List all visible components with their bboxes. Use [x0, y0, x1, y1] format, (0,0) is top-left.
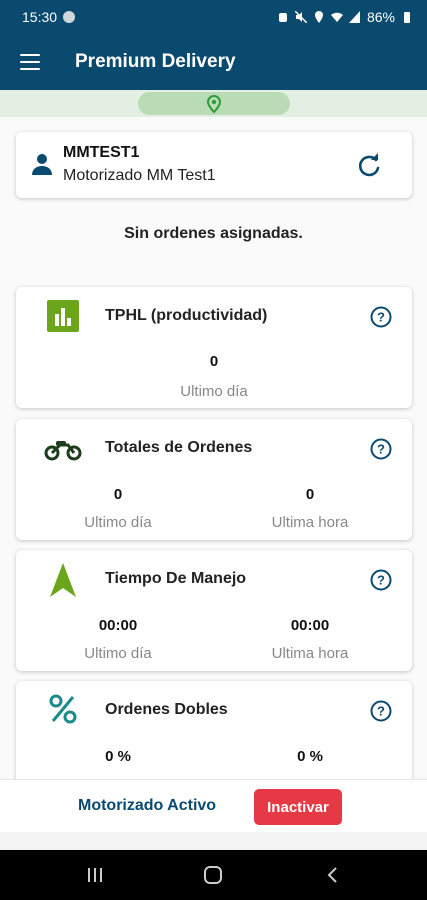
help-icon[interactable]: ? — [370, 700, 392, 722]
status-time: 15:30 — [22, 8, 58, 25]
driving-time-hour-label: Ultima hora — [271, 645, 349, 662]
recent-apps-icon[interactable] — [85, 865, 105, 885]
driving-time-hour-value: 00:00 — [290, 617, 330, 634]
battery-icon — [404, 11, 410, 23]
bar-chart-icon — [47, 300, 79, 332]
svg-text:?: ? — [377, 310, 385, 325]
order-totals-hour-label: Ultima hora — [271, 514, 349, 531]
tphl-label: Ultimo día — [180, 383, 248, 400]
help-icon[interactable]: ? — [370, 306, 392, 328]
home-icon[interactable] — [203, 865, 223, 885]
driving-time-card: Tiempo De Manejo ? 00:00 Ultimo día 00:0… — [16, 550, 412, 671]
svg-text:?: ? — [377, 573, 385, 588]
order-totals-title: Totales de Ordenes — [105, 439, 253, 456]
refresh-icon[interactable] — [356, 152, 382, 178]
main-content[interactable]: MMTEST1 Motorizado MM Test1 Sin ordenes … — [0, 117, 427, 779]
location-icon — [314, 10, 323, 23]
location-pin-icon[interactable] — [206, 95, 222, 113]
double-orders-hour-value: 0 % — [297, 748, 323, 765]
app-title: Premium Delivery — [75, 50, 236, 72]
status-icons: 86% — [277, 9, 413, 25]
app-bar: Premium Delivery — [0, 33, 427, 90]
wifi-icon — [330, 12, 343, 22]
user-name: Motorizado MM Test1 — [63, 167, 216, 184]
back-icon[interactable] — [323, 865, 343, 885]
no-orders-message: Sin ordenes asignadas. — [124, 225, 303, 242]
alarm-icon — [278, 12, 287, 22]
signal-icon — [348, 10, 360, 23]
tphl-value: 0 — [209, 353, 219, 370]
driving-time-day-value: 00:00 — [98, 617, 138, 634]
mute-icon — [294, 10, 307, 23]
svg-text:?: ? — [377, 704, 385, 719]
motorcycle-icon — [44, 441, 82, 461]
user-code: MMTEST1 — [63, 144, 140, 161]
order-totals-card: Totales de Ordenes ? 0 Ultimo día 0 Ulti… — [16, 419, 412, 540]
deactivate-button[interactable]: Inactivar — [254, 789, 342, 825]
driving-time-day-label: Ultimo día — [84, 645, 152, 662]
tphl-card: TPHL (productividad) ? 0 Ultimo día — [16, 287, 412, 408]
order-totals-day-value: 0 — [113, 486, 123, 503]
order-totals-hour-value: 0 — [305, 486, 315, 503]
double-orders-card: Ordenes Dobles ? 0 % 0 % — [16, 681, 412, 779]
driver-status-label: Motorizado Activo — [78, 797, 217, 814]
notification-dot-icon — [63, 10, 76, 23]
driving-time-title: Tiempo De Manejo — [105, 570, 247, 587]
svg-text:?: ? — [377, 442, 385, 457]
person-icon — [32, 154, 52, 175]
double-orders-title: Ordenes Dobles — [105, 701, 228, 718]
map-strip[interactable] — [0, 90, 427, 117]
help-icon[interactable]: ? — [370, 569, 392, 591]
navigation-arrow-icon — [50, 563, 76, 597]
action-bar: Motorizado Activo Inactivar — [0, 779, 427, 832]
double-orders-day-value: 0 % — [105, 748, 131, 765]
battery-percent: 86% — [366, 8, 395, 25]
status-bar: 15:30 86% — [0, 0, 427, 33]
help-icon[interactable]: ? — [370, 438, 392, 460]
percent-icon — [49, 694, 77, 724]
order-totals-day-label: Ultimo día — [84, 514, 152, 531]
bottom-spacer — [0, 832, 427, 850]
tphl-title: TPHL (productividad) — [105, 307, 268, 324]
system-nav-bar — [0, 850, 427, 900]
hamburger-menu-icon[interactable] — [20, 53, 40, 70]
user-card: MMTEST1 Motorizado MM Test1 — [16, 132, 412, 198]
